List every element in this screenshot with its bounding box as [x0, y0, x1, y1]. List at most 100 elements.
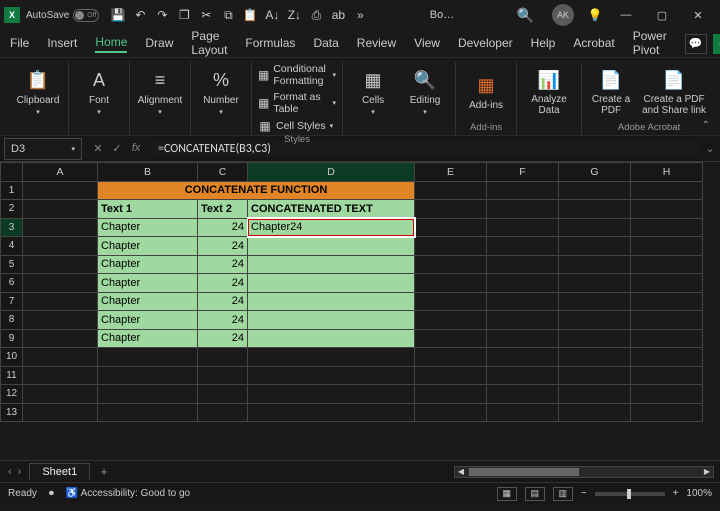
cell[interactable]: [415, 385, 487, 404]
grid[interactable]: A B C D E F G H 1CONCATENATE FUNCTION 2T…: [0, 162, 703, 422]
cell[interactable]: [23, 329, 98, 348]
cell[interactable]: [559, 274, 631, 293]
cell[interactable]: [559, 366, 631, 385]
cell[interactable]: 24: [198, 292, 248, 311]
zoom-level[interactable]: 100%: [686, 488, 712, 499]
cell[interactable]: [631, 329, 703, 348]
scroll-thumb[interactable]: [469, 468, 579, 476]
tab-file[interactable]: File: [10, 36, 29, 52]
cell[interactable]: [23, 255, 98, 274]
row-header[interactable]: 6: [1, 274, 23, 293]
copy-icon[interactable]: ⧉: [221, 8, 235, 22]
cell[interactable]: [631, 237, 703, 256]
cell[interactable]: [98, 348, 198, 367]
cell[interactable]: [487, 311, 559, 330]
cell[interactable]: [23, 237, 98, 256]
cell[interactable]: [631, 255, 703, 274]
cell[interactable]: [248, 274, 415, 293]
cell[interactable]: 24: [198, 218, 248, 237]
toggle-off-icon[interactable]: Off: [73, 9, 99, 22]
cell[interactable]: [415, 237, 487, 256]
cell[interactable]: [198, 385, 248, 404]
cell[interactable]: [23, 200, 98, 219]
cell[interactable]: 24: [198, 329, 248, 348]
cell[interactable]: [415, 274, 487, 293]
cell-title[interactable]: CONCATENATE FUNCTION: [98, 181, 415, 200]
tab-draw[interactable]: Draw: [145, 36, 173, 52]
cell[interactable]: [559, 385, 631, 404]
comments-button[interactable]: 💬: [685, 34, 707, 54]
cell-styles-button[interactable]: ▦Cell Styles▾: [258, 118, 336, 134]
lightbulb-icon[interactable]: 💡: [588, 8, 602, 22]
redo-icon[interactable]: ↷: [155, 8, 169, 22]
tab-formulas[interactable]: Formulas: [245, 36, 295, 52]
cells-button[interactable]: ▦Cells▾: [349, 69, 397, 116]
add-sheet-button[interactable]: +: [90, 464, 118, 479]
cell[interactable]: [631, 292, 703, 311]
cell[interactable]: Chapter: [98, 311, 198, 330]
paste-icon[interactable]: 📋: [243, 8, 257, 22]
alignment-button[interactable]: ≡Alignment▾: [136, 69, 184, 116]
tab-view[interactable]: View: [414, 36, 440, 52]
editing-button[interactable]: 🔍Editing▾: [401, 69, 449, 116]
sheet-tab[interactable]: Sheet1: [29, 463, 90, 480]
save-icon[interactable]: 💾: [111, 8, 125, 22]
cell[interactable]: Chapter: [98, 274, 198, 293]
cell[interactable]: [415, 255, 487, 274]
row-header[interactable]: 4: [1, 237, 23, 256]
create-pdf-share-button[interactable]: 📄Create a PDF and Share link: [638, 68, 710, 116]
cell[interactable]: [487, 274, 559, 293]
cell[interactable]: [559, 181, 631, 200]
cell[interactable]: Chapter: [98, 237, 198, 256]
cell[interactable]: [23, 274, 98, 293]
cell[interactable]: [415, 403, 487, 422]
cell[interactable]: [23, 385, 98, 404]
cell[interactable]: [98, 403, 198, 422]
row-header[interactable]: 12: [1, 385, 23, 404]
cell[interactable]: 24: [198, 274, 248, 293]
expand-formula-icon[interactable]: ⌄: [700, 142, 720, 155]
undo-icon[interactable]: ↶: [133, 8, 147, 22]
col-header-d[interactable]: D: [248, 163, 415, 182]
cell[interactable]: [23, 366, 98, 385]
cell[interactable]: [631, 274, 703, 293]
row-header[interactable]: 8: [1, 311, 23, 330]
cell[interactable]: [487, 181, 559, 200]
cell[interactable]: [559, 403, 631, 422]
cell[interactable]: [631, 311, 703, 330]
tab-acrobat[interactable]: Acrobat: [573, 36, 614, 52]
cell[interactable]: [248, 255, 415, 274]
sort-asc-icon[interactable]: A↓: [265, 8, 279, 22]
cell[interactable]: [631, 348, 703, 367]
cell[interactable]: [248, 366, 415, 385]
cell[interactable]: [23, 403, 98, 422]
sort-desc-icon[interactable]: Z↓: [287, 8, 301, 22]
cell[interactable]: [487, 329, 559, 348]
cut-icon[interactable]: ✂: [199, 8, 213, 22]
cell[interactable]: [631, 403, 703, 422]
format-as-table-button[interactable]: ▦Format as Table▾: [258, 90, 336, 116]
share-button[interactable]: ➦: [713, 34, 720, 54]
font-button[interactable]: AFont▾: [75, 69, 123, 116]
cell[interactable]: [559, 348, 631, 367]
cell[interactable]: [559, 237, 631, 256]
col-header-b[interactable]: B: [98, 163, 198, 182]
cell[interactable]: 24: [198, 237, 248, 256]
cell[interactable]: [487, 348, 559, 367]
cell[interactable]: [487, 403, 559, 422]
cell[interactable]: [487, 237, 559, 256]
analyze-data-button[interactable]: 📊Analyze Data: [523, 68, 575, 116]
fx-icon[interactable]: fx: [128, 142, 144, 155]
cell[interactable]: [248, 348, 415, 367]
cell[interactable]: [559, 329, 631, 348]
tab-help[interactable]: Help: [531, 36, 556, 52]
col-header-h[interactable]: H: [631, 163, 703, 182]
next-sheet-icon[interactable]: ›: [18, 466, 22, 478]
print-icon[interactable]: ⎙: [309, 8, 323, 22]
normal-view-icon[interactable]: ▦: [497, 487, 517, 501]
cell[interactable]: [415, 366, 487, 385]
horizontal-scrollbar[interactable]: ◀ ▶: [118, 466, 720, 478]
cell[interactable]: [23, 292, 98, 311]
cell[interactable]: [487, 255, 559, 274]
row-header[interactable]: 1: [1, 181, 23, 200]
